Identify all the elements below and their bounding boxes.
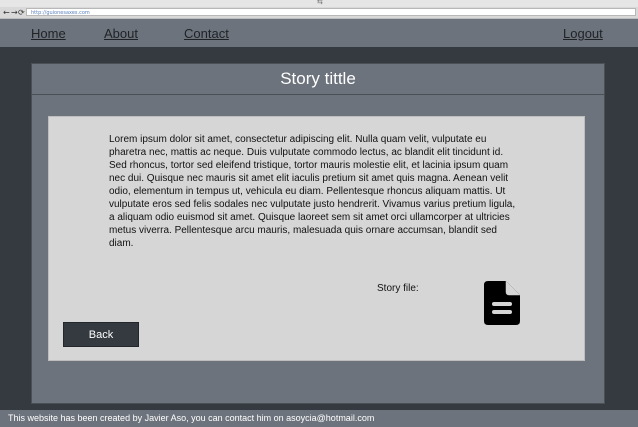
story-panel: Story tittle Lorem ipsum dolor sit amet,… (31, 63, 605, 404)
window-icon: ⇆ (317, 0, 323, 6)
nav-about-link[interactable]: About (104, 26, 138, 41)
nav-home-link[interactable]: Home (31, 26, 66, 41)
top-navbar: Home About Contact Logout (0, 19, 638, 47)
story-file-label: Story file: (377, 283, 419, 294)
story-body-text: Lorem ipsum dolor sit amet, consectetur … (109, 134, 516, 249)
story-card: Lorem ipsum dolor sit amet, consectetur … (48, 116, 585, 361)
browser-toolbar: ← → ⟳ http://guionesaxes.com (0, 7, 638, 19)
back-button[interactable]: Back (63, 322, 139, 347)
back-arrow-icon[interactable]: ← (3, 7, 10, 18)
document-icon[interactable] (484, 281, 520, 330)
reload-icon[interactable]: ⟳ (18, 7, 25, 18)
forward-arrow-icon[interactable]: → (11, 7, 18, 18)
story-title: Story tittle (280, 69, 356, 88)
story-panel-header: Story tittle (32, 64, 604, 95)
nav-contact-link[interactable]: Contact (184, 26, 229, 41)
footer: This website has been created by Javier … (0, 410, 638, 427)
address-bar[interactable]: http://guionesaxes.com (26, 8, 636, 16)
nav-logout-link[interactable]: Logout (563, 26, 603, 41)
footer-text: This website has been created by Javier … (8, 413, 375, 423)
